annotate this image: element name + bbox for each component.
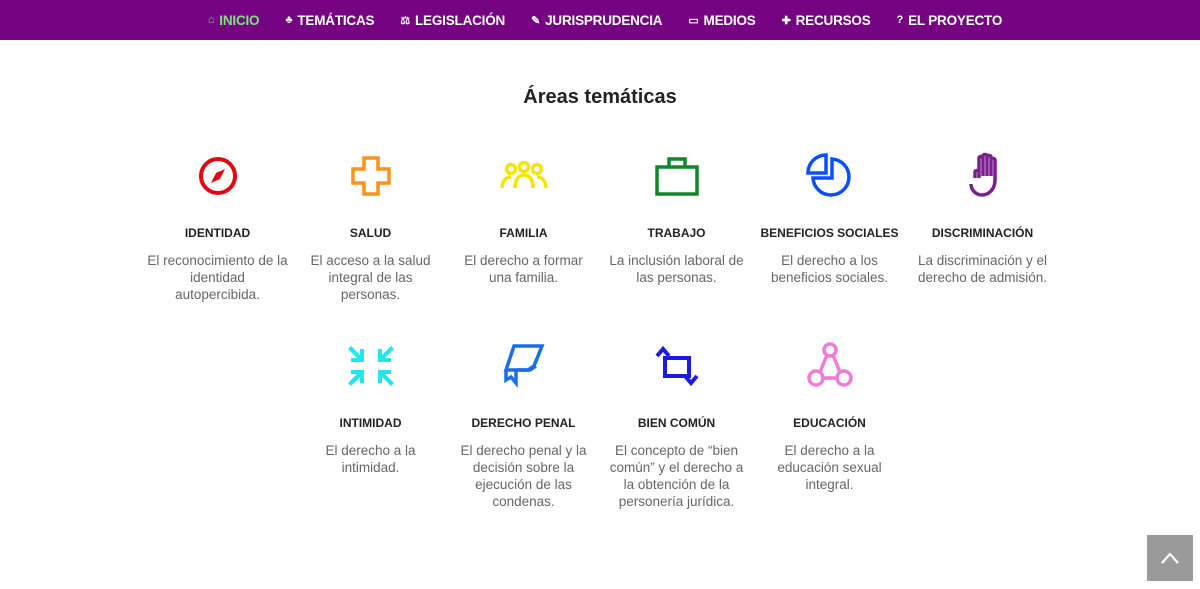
area-title[interactable]: SALUD bbox=[350, 226, 391, 246]
briefcase-icon bbox=[654, 157, 699, 196]
chevron-up-icon bbox=[1161, 552, 1179, 564]
nav-media[interactable]: ▭ MEDIOS bbox=[688, 13, 755, 28]
area-card-beneficios-sociales[interactable]: BENEFICIOS SOCIALES El derecho a los ben… bbox=[753, 148, 906, 338]
nav-label: INICIO bbox=[219, 12, 260, 28]
area-title[interactable]: FAMILIA bbox=[500, 226, 548, 246]
area-title[interactable]: EDUCACIÓN bbox=[793, 416, 866, 436]
home-icon: ⌂ bbox=[207, 14, 215, 26]
area-description: La inclusión laboral de las personas. bbox=[609, 253, 744, 285]
nav-label: EL PROYECTO bbox=[908, 12, 1003, 28]
nav-label: RECURSOS bbox=[795, 12, 871, 28]
area-description: El acceso a la salud integral de las per… bbox=[310, 253, 431, 302]
area-title[interactable]: DERECHO PENAL bbox=[471, 416, 575, 436]
retweet-icon bbox=[654, 345, 699, 387]
area-title[interactable]: IDENTIDAD bbox=[185, 226, 250, 246]
nav-gavel[interactable]: ✎ JURISPRUDENCIA bbox=[531, 13, 662, 28]
area-card-trabajo[interactable]: TRABAJO La inclusión laboral de las pers… bbox=[600, 148, 753, 338]
area-card-familia[interactable]: FAMILIA El derecho a formar una familia. bbox=[447, 148, 600, 338]
area-description: La discriminación y el derecho de admisi… bbox=[917, 253, 1048, 285]
area-title[interactable]: BIEN COMÚN bbox=[638, 416, 715, 436]
area-title[interactable]: TRABAJO bbox=[647, 226, 705, 246]
nav-label: MEDIOS bbox=[703, 12, 756, 28]
area-description: El reconocimiento de la identidad autope… bbox=[147, 253, 288, 302]
nav-label: LEGISLACIÓN bbox=[415, 12, 506, 28]
nodes-icon bbox=[806, 342, 853, 387]
area-description: El derecho a formar una familia. bbox=[464, 253, 583, 285]
main-nav: ⌂ INICIO ♣ TEMÁTICAS ⚖ LEGISLACIÓN ✎ JURISPRUDE… bbox=[0, 0, 1200, 40]
area-description: El derecho a la intimidad. bbox=[325, 443, 416, 475]
compress-arrows-icon bbox=[347, 346, 394, 386]
scroll-to-top-button[interactable] bbox=[1147, 535, 1193, 581]
nav-resources[interactable]: ✚ RECURSOS bbox=[782, 13, 871, 28]
area-card-identidad[interactable]: IDENTIDAD El reconocimiento de la identi… bbox=[141, 148, 294, 338]
certificate-icon bbox=[503, 344, 545, 388]
page-title: Áreas temáticas bbox=[523, 86, 677, 108]
area-card-intimidad[interactable]: INTIMIDAD El derecho a la intimidad. bbox=[294, 338, 447, 528]
area-card-discriminación[interactable]: DISCRIMINACIÓN La discriminación y el de… bbox=[906, 148, 1059, 338]
compass-icon bbox=[198, 157, 237, 195]
area-description: El derecho penal y la decisión sobre la … bbox=[460, 443, 587, 509]
area-card-salud[interactable]: SALUD El acceso a la salud integral de l… bbox=[294, 148, 447, 338]
family-icon bbox=[499, 160, 548, 189]
pie-chart-icon bbox=[805, 153, 851, 197]
scale-icon: ⚖ bbox=[400, 14, 411, 27]
question-icon: ? bbox=[896, 14, 904, 26]
sitemap-icon: ♣ bbox=[285, 14, 293, 26]
nav-sitemap[interactable]: ♣ TEMÁTICAS bbox=[285, 13, 374, 28]
nav-label: TEMÁTICAS bbox=[297, 12, 375, 28]
area-description: El concepto de “bien común” y el derecho… bbox=[609, 443, 744, 509]
area-title[interactable]: DISCRIMINACIÓN bbox=[932, 226, 1033, 246]
area-card-derecho-penal[interactable]: DERECHO PENAL El derecho penal y la deci… bbox=[447, 338, 600, 528]
area-title[interactable]: BENEFICIOS SOCIALES bbox=[760, 226, 898, 246]
area-description: El derecho a los beneficios sociales. bbox=[770, 253, 889, 285]
area-card-bien-común[interactable]: BIEN COMÚN El concepto de “bien común” y… bbox=[600, 338, 753, 528]
nav-question[interactable]: ? EL PROYECTO bbox=[897, 13, 1003, 28]
nav-scale[interactable]: ⚖ LEGISLACIÓN bbox=[400, 13, 505, 28]
nav-home[interactable]: ⌂ INICIO bbox=[208, 13, 260, 28]
area-description: El derecho a la educación sexual integra… bbox=[777, 443, 882, 492]
areas-grid: IDENTIDAD El reconocimiento de la identi… bbox=[141, 148, 1059, 528]
nav-label: JURISPRUDENCIA bbox=[545, 12, 663, 28]
area-title[interactable]: INTIMIDAD bbox=[340, 416, 402, 436]
resources-icon: ✚ bbox=[781, 14, 791, 27]
health-cross-icon bbox=[350, 156, 391, 196]
gavel-icon: ✎ bbox=[531, 14, 541, 27]
area-card-educación[interactable]: EDUCACIÓN El derecho a la educación sexu… bbox=[753, 338, 906, 528]
hand-icon bbox=[968, 152, 997, 197]
media-icon: ▭ bbox=[688, 14, 699, 27]
